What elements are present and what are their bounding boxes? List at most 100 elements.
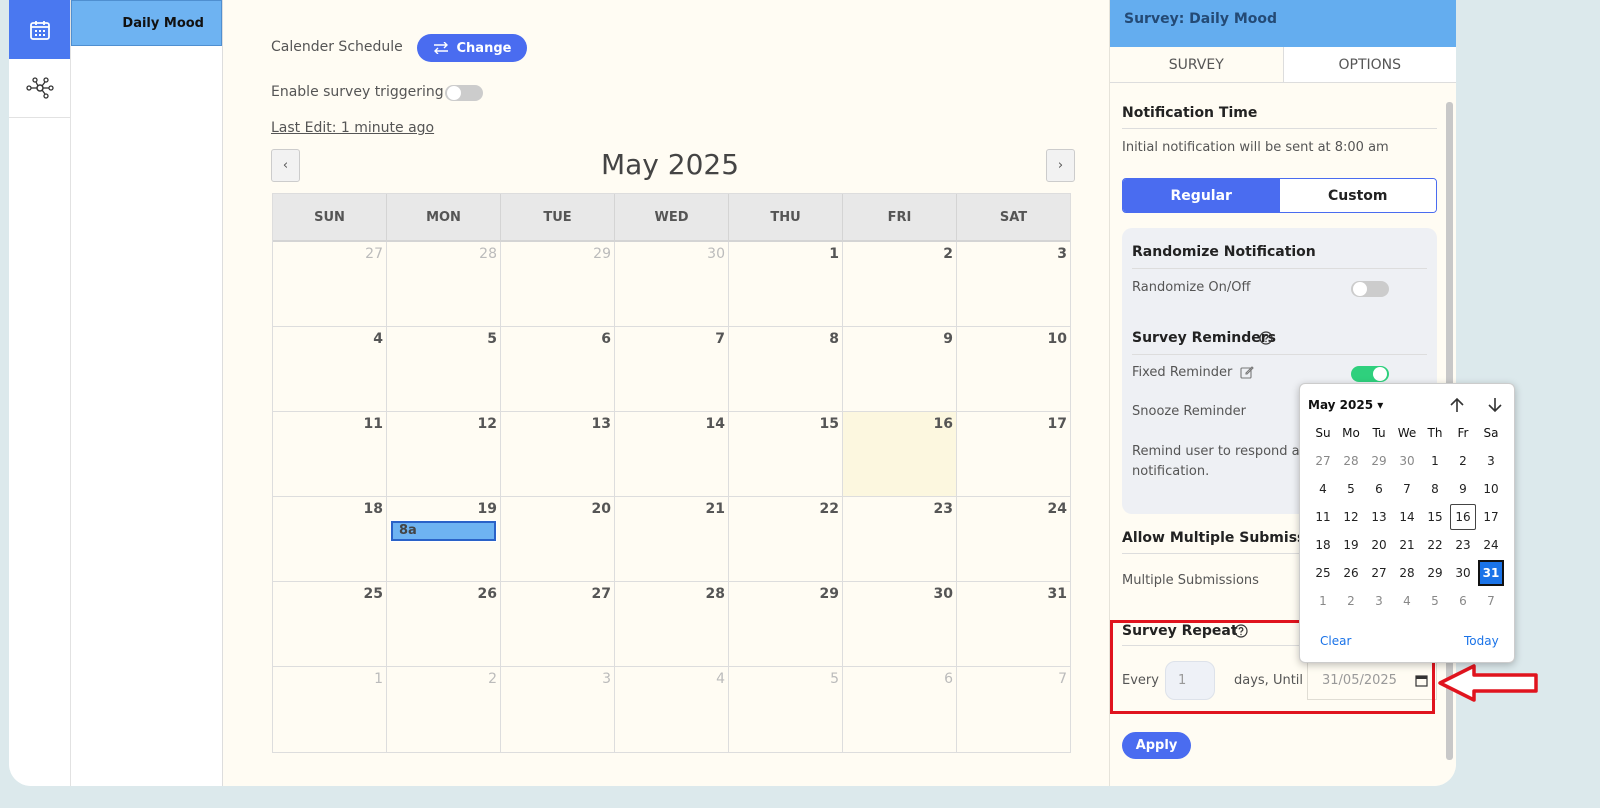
date-picker-day[interactable]: 6 (1449, 587, 1477, 615)
clear-link[interactable]: Clear (1320, 634, 1351, 648)
calendar-event[interactable]: 8a (390, 520, 497, 542)
calendar-day-cell[interactable]: 20 (501, 497, 615, 581)
date-picker-day[interactable]: 3 (1477, 447, 1505, 475)
calendar-day-cell[interactable]: 13 (501, 412, 615, 496)
date-picker-day[interactable]: 31 (1478, 560, 1504, 586)
arrow-down-icon[interactable] (1486, 396, 1504, 414)
calendar-day-cell[interactable]: 8 (729, 327, 843, 411)
date-picker-day[interactable]: 9 (1449, 475, 1477, 503)
date-picker-day[interactable]: 2 (1449, 447, 1477, 475)
date-picker-day[interactable]: 11 (1309, 503, 1337, 531)
date-picker-day[interactable]: 27 (1309, 447, 1337, 475)
calendar-day-cell[interactable]: 10 (957, 327, 1070, 411)
calendar-day-cell[interactable]: 25 (273, 582, 387, 666)
calendar-day-cell[interactable]: 24 (957, 497, 1070, 581)
date-picker-day[interactable]: 15 (1421, 503, 1449, 531)
date-picker-day[interactable]: 7 (1477, 587, 1505, 615)
date-picker-day[interactable]: 3 (1365, 587, 1393, 615)
date-picker-day[interactable]: 17 (1477, 503, 1505, 531)
calendar-day-cell[interactable]: 1 (729, 242, 843, 326)
date-picker-day[interactable]: 20 (1365, 531, 1393, 559)
apply-button[interactable]: Apply (1122, 732, 1191, 759)
date-picker-day[interactable]: 30 (1393, 447, 1421, 475)
date-picker-day[interactable]: 4 (1393, 587, 1421, 615)
calendar-day-cell[interactable]: 21 (615, 497, 729, 581)
calendar-day-cell[interactable]: 3 (501, 667, 615, 752)
calendar-day-cell[interactable]: 28 (387, 242, 501, 326)
calendar-day-cell[interactable]: 11 (273, 412, 387, 496)
date-picker-day[interactable]: 21 (1393, 531, 1421, 559)
date-picker-day[interactable]: 6 (1365, 475, 1393, 503)
calendar-day-cell[interactable]: 16 (843, 412, 957, 496)
date-picker-day[interactable]: 29 (1365, 447, 1393, 475)
date-picker-day[interactable]: 1 (1421, 447, 1449, 475)
calendar-day-cell[interactable]: 18 (273, 497, 387, 581)
calendar-day-cell[interactable]: 12 (387, 412, 501, 496)
custom-option[interactable]: Custom (1279, 179, 1436, 212)
calendar-day-cell[interactable]: 19 8a (387, 497, 501, 581)
calendar-day-cell[interactable]: 14 (615, 412, 729, 496)
date-picker-day[interactable]: 13 (1365, 503, 1393, 531)
date-picker-day[interactable]: 24 (1477, 531, 1505, 559)
date-picker-day[interactable]: 19 (1337, 531, 1365, 559)
calendar-day-cell[interactable]: 15 (729, 412, 843, 496)
edit-icon[interactable] (1240, 365, 1254, 379)
regular-option[interactable]: Regular (1123, 179, 1280, 212)
calendar-day-cell[interactable]: 1 (273, 667, 387, 752)
date-picker-day[interactable]: 2 (1337, 587, 1365, 615)
date-picker-month-select[interactable]: May 2025 ▾ (1308, 398, 1383, 412)
calendar-day-cell[interactable]: 9 (843, 327, 957, 411)
tab-survey[interactable]: SURVEY (1110, 47, 1284, 82)
calendar-day-cell[interactable]: 30 (615, 242, 729, 326)
calendar-day-cell[interactable]: 6 (501, 327, 615, 411)
calendar-day-cell[interactable]: 29 (501, 242, 615, 326)
calendar-day-cell[interactable]: 7 (615, 327, 729, 411)
tab-options[interactable]: OPTIONS (1283, 47, 1456, 82)
calendar-day-cell[interactable]: 5 (387, 327, 501, 411)
date-picker-day[interactable]: 28 (1337, 447, 1365, 475)
calendar-day-cell[interactable]: 31 (957, 582, 1070, 666)
date-picker-day[interactable]: 18 (1309, 531, 1337, 559)
calendar-day-cell[interactable]: 23 (843, 497, 957, 581)
date-picker-day[interactable]: 14 (1393, 503, 1421, 531)
help-icon[interactable] (1259, 331, 1273, 345)
calendar-day-cell[interactable]: 7 (957, 667, 1070, 752)
today-link[interactable]: Today (1464, 634, 1499, 648)
calendar-day-cell[interactable]: 30 (843, 582, 957, 666)
last-edit-link[interactable]: Last Edit: 1 minute ago (271, 120, 434, 136)
date-picker-day[interactable]: 23 (1449, 531, 1477, 559)
date-picker-day[interactable]: 26 (1337, 559, 1365, 587)
calendar-day-cell[interactable]: 2 (843, 242, 957, 326)
date-picker-day[interactable]: 29 (1421, 559, 1449, 587)
calendar-day-cell[interactable]: 2 (387, 667, 501, 752)
date-picker-day[interactable]: 10 (1477, 475, 1505, 503)
date-picker-day[interactable]: 5 (1337, 475, 1365, 503)
date-picker-day[interactable]: 12 (1337, 503, 1365, 531)
calendar-nav-button[interactable] (9, 0, 70, 59)
calendar-day-cell[interactable]: 26 (387, 582, 501, 666)
survey-list-item-daily-mood[interactable]: Daily Mood (71, 0, 222, 46)
date-picker-day[interactable]: 1 (1309, 587, 1337, 615)
date-picker-day[interactable]: 25 (1309, 559, 1337, 587)
network-nav-button[interactable] (9, 59, 70, 118)
date-picker-day[interactable]: 27 (1365, 559, 1393, 587)
calendar-day-cell[interactable]: 17 (957, 412, 1070, 496)
randomize-toggle[interactable] (1351, 281, 1389, 297)
change-button[interactable]: Change (417, 34, 527, 62)
arrow-up-icon[interactable] (1448, 396, 1466, 414)
calendar-day-cell[interactable]: 27 (501, 582, 615, 666)
calendar-day-cell[interactable]: 4 (615, 667, 729, 752)
date-picker-day[interactable]: 8 (1421, 475, 1449, 503)
date-picker-day[interactable]: 4 (1309, 475, 1337, 503)
date-picker-day[interactable]: 22 (1421, 531, 1449, 559)
calendar-day-cell[interactable]: 22 (729, 497, 843, 581)
calendar-day-cell[interactable]: 3 (957, 242, 1070, 326)
calendar-day-cell[interactable]: 28 (615, 582, 729, 666)
calendar-day-cell[interactable]: 29 (729, 582, 843, 666)
calendar-day-cell[interactable]: 6 (843, 667, 957, 752)
calendar-day-cell[interactable]: 5 (729, 667, 843, 752)
next-month-button[interactable]: › (1046, 149, 1075, 182)
trigger-toggle[interactable] (445, 85, 483, 101)
date-picker-day[interactable]: 5 (1421, 587, 1449, 615)
calendar-day-cell[interactable]: 27 (273, 242, 387, 326)
